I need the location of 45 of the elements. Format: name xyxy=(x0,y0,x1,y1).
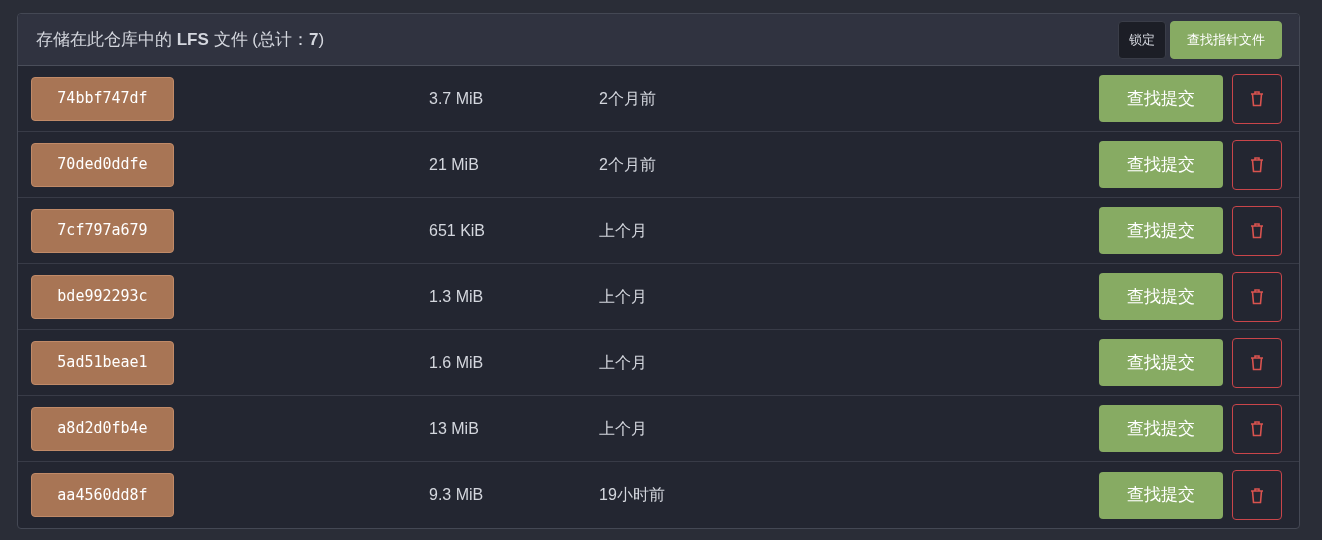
file-size: 9.3 MiB xyxy=(429,485,485,505)
find-commits-button[interactable]: 查找提交 xyxy=(1099,207,1223,254)
object-id-link[interactable]: a8d2d0fb4e xyxy=(31,406,174,451)
object-id-link[interactable]: 5ad51beae1 xyxy=(31,340,174,385)
timestamp: 19小时前 xyxy=(599,485,666,505)
file-size: 13 MiB xyxy=(429,418,480,439)
delete-button[interactable] xyxy=(1232,73,1282,124)
find-commits-button[interactable]: 查找提交 xyxy=(1099,141,1223,188)
delete-button[interactable] xyxy=(1232,337,1282,388)
trash-icon xyxy=(1250,486,1264,504)
trash-icon xyxy=(1250,288,1264,305)
timestamp: 上个月 xyxy=(599,286,648,307)
find-commits-button[interactable]: 查找提交 xyxy=(1099,75,1223,122)
find-pointer-files-button[interactable]: 查找指针文件 xyxy=(1170,20,1282,59)
timestamp: 上个月 xyxy=(599,220,648,241)
panel-title: 存储在此仓库中的 LFS 文件 (总计：7) xyxy=(36,28,325,51)
timestamp: 上个月 xyxy=(599,418,648,439)
find-commits-button[interactable]: 查找提交 xyxy=(1099,471,1223,519)
object-id-link[interactable]: 74bbf747df xyxy=(31,76,174,121)
delete-button[interactable] xyxy=(1232,139,1282,190)
object-id-link[interactable]: bde992293c xyxy=(31,274,174,319)
timestamp: 2个月前 xyxy=(599,154,657,175)
object-id-link[interactable]: aa4560dd8f xyxy=(31,473,174,517)
trash-icon xyxy=(1250,222,1264,239)
timestamp: 2个月前 xyxy=(599,88,657,109)
file-size: 21 MiB xyxy=(429,154,480,175)
lock-button[interactable]: 锁定 xyxy=(1118,20,1166,59)
timestamp: 上个月 xyxy=(599,352,648,373)
file-size: 1.3 MiB xyxy=(429,286,485,307)
find-commits-button[interactable]: 查找提交 xyxy=(1099,339,1223,386)
delete-button[interactable] xyxy=(1232,403,1282,454)
object-id-link[interactable]: 70ded0ddfe xyxy=(31,142,174,187)
trash-icon xyxy=(1250,156,1264,173)
delete-button[interactable] xyxy=(1232,470,1282,520)
trash-icon xyxy=(1250,420,1264,437)
find-commits-button[interactable]: 查找提交 xyxy=(1099,405,1223,452)
object-id-link[interactable]: 7cf797a679 xyxy=(31,208,174,253)
file-size: 651 KiB xyxy=(429,220,487,241)
file-size: 1.6 MiB xyxy=(429,352,485,373)
find-commits-button[interactable]: 查找提交 xyxy=(1099,273,1223,320)
trash-icon xyxy=(1250,354,1264,371)
delete-button[interactable] xyxy=(1232,271,1282,322)
file-size: 3.7 MiB xyxy=(429,88,485,109)
trash-icon xyxy=(1250,90,1264,107)
delete-button[interactable] xyxy=(1232,205,1282,256)
